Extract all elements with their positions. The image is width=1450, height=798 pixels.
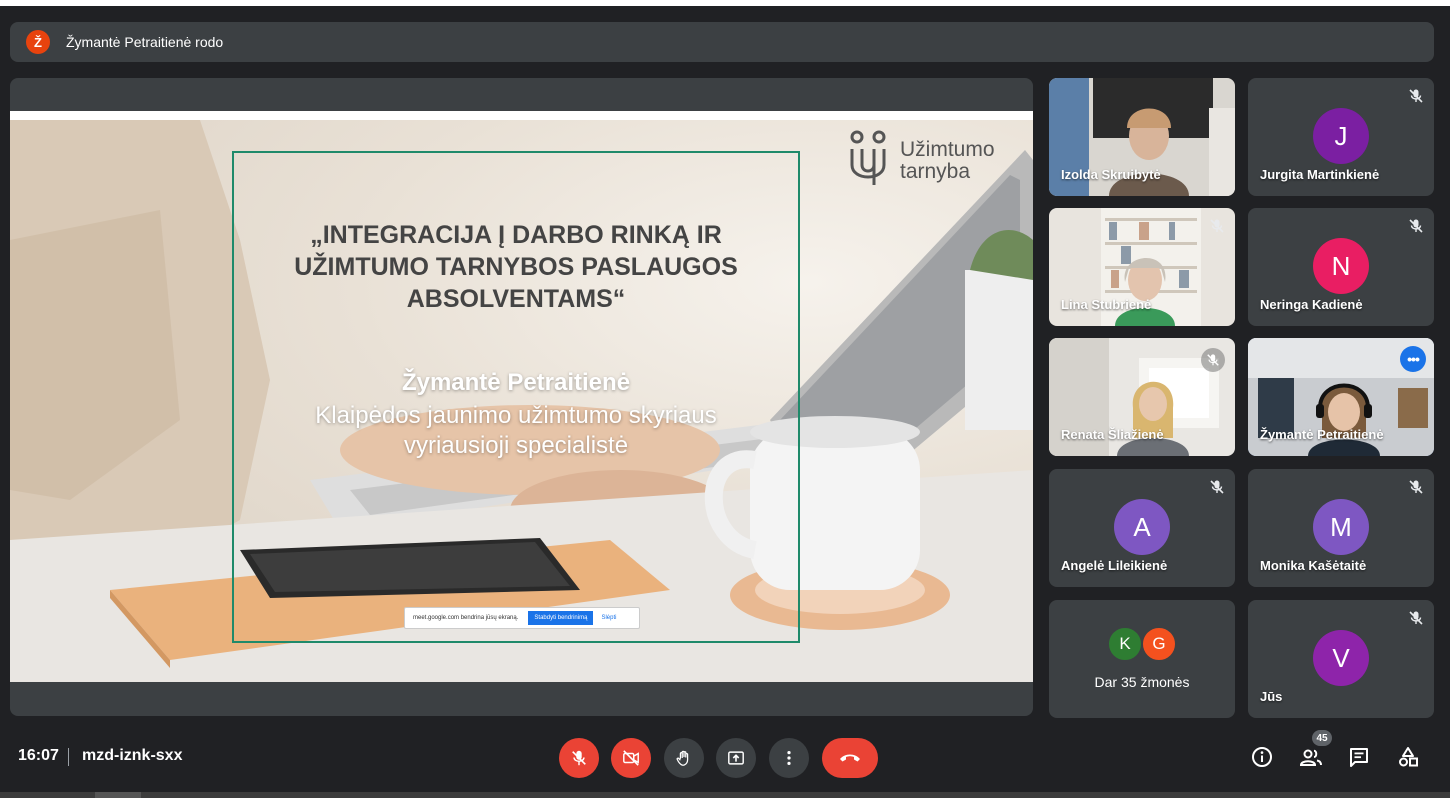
slide-title-line: „INTEGRACIJA Į DARBO RINKĄ IR (310, 221, 722, 249)
bottom-control-bar: 16:07 mzd-iznk-sxx 45 (0, 730, 1450, 790)
mini-avatar: G (1141, 626, 1177, 662)
participant-name: Jurgita Martinkienė (1260, 167, 1380, 182)
more-participants-avatars: K G (1107, 626, 1187, 662)
participant-avatar: V (1313, 630, 1369, 686)
mic-off-icon (1409, 480, 1423, 494)
participant-name: Renata Šliažienė (1061, 427, 1164, 442)
slide-presenter-role: Klaipėdos jaunimo užimtumo skyriaus vyri… (242, 401, 790, 461)
hand-icon (676, 750, 689, 766)
participant-avatar: N (1313, 238, 1369, 294)
present-icon (728, 751, 744, 765)
presenting-banner: Ž Žymantė Petraitienė rodo (10, 22, 1434, 62)
meeting-code: mzd-iznk-sxx (82, 747, 183, 764)
people-icon (1299, 749, 1322, 766)
hang-up-icon (840, 754, 860, 762)
mic-off-icon (1409, 89, 1423, 103)
stop-sharing-button[interactable]: Stabdyti bendrinimą (528, 611, 594, 625)
participant-name: Lina Stubrienė (1061, 297, 1152, 312)
mini-avatar: K (1107, 626, 1143, 662)
participant-tile[interactable]: N Neringa Kadienė (1248, 208, 1434, 326)
mic-off-icon (1210, 480, 1224, 494)
mic-off-icon (1409, 219, 1423, 233)
more-participants-label: Dar 35 žmonės (1094, 674, 1190, 690)
more-vert-icon (787, 750, 791, 766)
shared-slide: „INTEGRACIJA Į DARBO RINKĄ IR UŽIMTUMO T… (10, 111, 1033, 682)
participants-button[interactable] (1298, 744, 1324, 770)
slide-role-line: vyriausioji specialistė (403, 432, 629, 459)
camera-off-icon (623, 750, 639, 766)
participant-tile[interactable]: Izolda Skruibytė (1049, 78, 1235, 196)
activities-button[interactable] (1395, 744, 1421, 770)
participant-name: Jūs (1260, 689, 1283, 704)
presentation-stage[interactable]: „INTEGRACIJA Į DARBO RINKĄ IR UŽIMTUMO T… (10, 78, 1033, 716)
participant-name: Neringa Kadienė (1260, 297, 1363, 312)
present-screen-button[interactable] (716, 738, 756, 778)
slide-title-line: ABSOLVENTAMS“ (406, 285, 626, 313)
camera-toggle-button[interactable] (611, 738, 651, 778)
participant-tile[interactable]: M Monika Kašėtaitė (1248, 469, 1434, 587)
participant-tile[interactable]: J Jurgita Martinkienė (1248, 78, 1434, 196)
bottom-edge-mark (95, 792, 141, 798)
slide-presenter-name: Žymantė Petraitienė (401, 369, 631, 396)
shapes-icon (1399, 747, 1418, 767)
self-tile[interactable]: V Jūs (1248, 600, 1434, 718)
top-edge (0, 0, 1450, 6)
raise-hand-button[interactable] (664, 738, 704, 778)
share-notice-text: meet.google.com bendrina jūsų ekraną. (413, 615, 519, 621)
participant-avatar: A (1114, 499, 1170, 555)
participant-name: Angelė Lileikienė (1061, 558, 1168, 573)
logo-mark-icon (850, 130, 886, 185)
participant-avatar: M (1313, 499, 1369, 555)
more-options-button[interactable]: ••• (1400, 346, 1426, 372)
slide-role-line: Klaipėdos jaunimo užimtumo skyriaus (315, 402, 717, 429)
participant-name: Monika Kašėtaitė (1260, 558, 1367, 573)
mic-off-icon (1409, 611, 1423, 625)
logo-text: Užimtumo tarnyba (900, 139, 995, 183)
meeting-info-button[interactable] (1249, 744, 1275, 770)
mic-off-icon (1207, 354, 1219, 366)
participant-avatar: J (1313, 108, 1369, 164)
more-participants-tile[interactable]: K G Dar 35 žmonės (1049, 600, 1235, 718)
participant-tile-active[interactable]: ••• Žymantė Petraitienė (1248, 338, 1434, 456)
participant-tile[interactable]: Lina Stubrienė (1049, 208, 1235, 326)
participant-tile[interactable]: A Angelė Lileikienė (1049, 469, 1235, 587)
mic-off-indicator (1201, 348, 1225, 372)
slide-title-line: UŽIMTUMO TARNYBOS PASLAUGOS (294, 253, 738, 281)
screen-share-notice: meet.google.com bendrina jūsų ekraną. St… (404, 607, 640, 629)
presenter-avatar: Ž (26, 30, 50, 54)
microphone-toggle-button[interactable] (559, 738, 599, 778)
uzimtumo-tarnyba-logo: Užimtumo tarnyba (848, 129, 995, 189)
presenting-label: Žymantė Petraitienė rodo (66, 34, 224, 50)
logo-line: tarnyba (900, 160, 971, 183)
more-options-button[interactable] (769, 738, 809, 778)
participant-count-badge: 45 (1312, 730, 1332, 746)
divider (68, 748, 69, 766)
participant-name: Izolda Skruibytė (1061, 167, 1161, 182)
leave-call-button[interactable] (822, 738, 878, 778)
meeting-time: 16:07 (18, 747, 59, 764)
slide-title: „INTEGRACIJA Į DARBO RINKĄ IR UŽIMTUMO T… (242, 219, 790, 315)
logo-line: Užimtumo (900, 138, 995, 161)
mic-off-icon (1210, 219, 1224, 233)
hide-notice-link[interactable]: Slėpti (601, 615, 616, 621)
participant-name: Žymantė Petraitienė (1260, 427, 1384, 442)
chat-button[interactable] (1346, 744, 1372, 770)
info-icon (1252, 747, 1272, 767)
bottom-edge (0, 792, 1450, 798)
participant-tile[interactable]: Renata Šliažienė (1049, 338, 1235, 456)
mic-off-icon (572, 750, 586, 766)
chat-icon (1350, 748, 1368, 767)
